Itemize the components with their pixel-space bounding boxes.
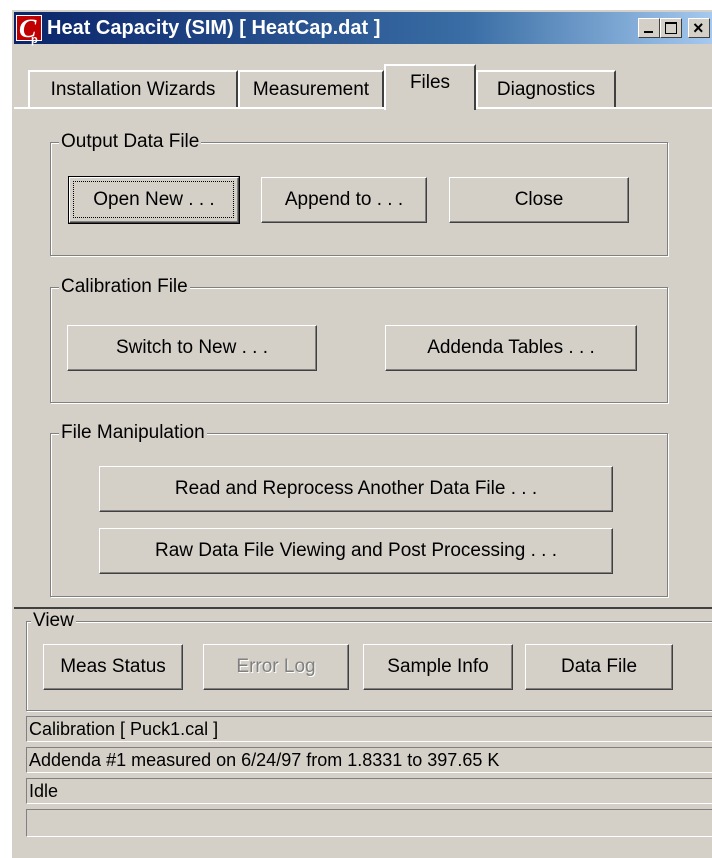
calibration-file-group: Calibration File Switch to New . . . Add… [50, 275, 668, 403]
cp-app-icon[interactable]: C p [16, 14, 42, 46]
calibration-file-label: Calibration File [59, 275, 190, 299]
addenda-status-field: Addenda #1 measured on 6/24/97 from 1.83… [26, 747, 712, 773]
tab-measurement[interactable]: Measurement [238, 70, 384, 108]
addenda-tables-button[interactable]: Addenda Tables . . . [385, 325, 637, 371]
title-bar[interactable]: C p Heat Capacity (SIM) [ HeatCap.dat ] … [14, 12, 712, 46]
open-new-button[interactable]: Open New . . . [68, 176, 240, 224]
calibration-status-field: Calibration [ Puck1.cal ] [26, 716, 712, 742]
close-window-button[interactable]: × [688, 18, 710, 38]
tab-diagnostics[interactable]: Diagnostics [476, 70, 616, 108]
meas-status-button[interactable]: Meas Status [43, 644, 183, 690]
files-tab-panel: Output Data File Open New . . . Append t… [14, 107, 712, 609]
switch-to-new-button[interactable]: Switch to New . . . [67, 325, 317, 371]
idle-status-field: Idle [26, 778, 712, 804]
file-manipulation-group: File Manipulation Read and Reprocess Ano… [50, 421, 668, 597]
output-data-file-label: Output Data File [59, 130, 202, 154]
read-reprocess-button[interactable]: Read and Reprocess Another Data File . .… [99, 466, 613, 512]
close-icon: × [693, 18, 704, 38]
raw-data-viewing-button[interactable]: Raw Data File Viewing and Post Processin… [99, 528, 613, 574]
close-file-button[interactable]: Close [449, 177, 629, 223]
window-title: Heat Capacity (SIM) [ HeatCap.dat ] [47, 17, 381, 39]
file-manipulation-label: File Manipulation [59, 421, 207, 445]
view-group: View Meas Status Error Log Sample Info D… [26, 609, 712, 711]
output-data-file-group: Output Data File Open New . . . Append t… [50, 130, 668, 256]
minimize-button[interactable] [638, 18, 660, 38]
tab-strip: Installation Wizards Measurement Files D… [14, 64, 712, 110]
tab-installation-wizards[interactable]: Installation Wizards [28, 70, 238, 108]
view-label: View [31, 609, 76, 633]
sample-info-button[interactable]: Sample Info [363, 644, 513, 690]
append-to-button[interactable]: Append to . . . [261, 177, 427, 223]
error-log-button[interactable]: Error Log [203, 644, 349, 690]
empty-status-field [26, 809, 712, 837]
data-file-button[interactable]: Data File [525, 644, 673, 690]
tab-files[interactable]: Files [384, 64, 476, 110]
maximize-button[interactable] [660, 18, 682, 38]
app-window: C p Heat Capacity (SIM) [ HeatCap.dat ] … [10, 8, 712, 858]
